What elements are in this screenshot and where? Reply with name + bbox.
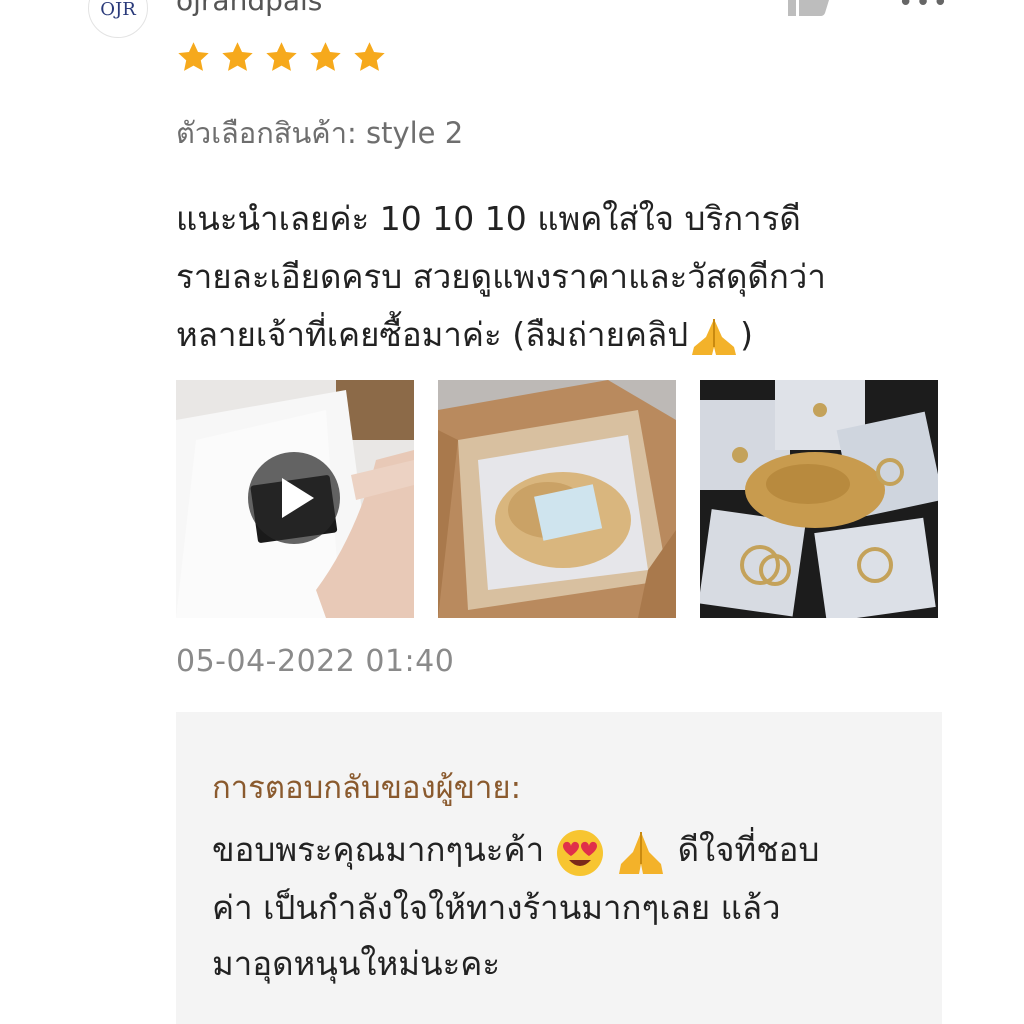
review-image-box[interactable] xyxy=(438,380,676,618)
star-icon xyxy=(354,42,385,71)
variation-value: style 2 xyxy=(365,116,464,150)
reviewer-username[interactable]: ojrandpals xyxy=(176,0,322,17)
star-icon xyxy=(266,42,297,71)
reply-line: ขอบพระคุณมากๆนะค้า xyxy=(212,830,545,869)
more-options-icon[interactable]: ••• xyxy=(898,0,950,18)
seller-reply: การตอบกลับของผู้ขาย: ขอบพระคุณมากๆนะค้า … xyxy=(176,712,942,1024)
reply-line: ดีใจที่ชอบ xyxy=(677,830,820,869)
folded-hands-emoji-icon xyxy=(688,308,740,366)
seller-reply-text: ขอบพระคุณมากๆนะค้า ดีใจที่ชอบ ค่า เป็นกำ… xyxy=(212,822,932,992)
avatar-logo-text: OJR xyxy=(100,0,136,20)
heart-eyes-emoji-icon xyxy=(555,824,605,880)
star-icon xyxy=(222,42,253,71)
folded-hands-emoji-icon xyxy=(615,824,667,880)
reply-line: มาอุดหนุนใหม่นะคะ xyxy=(212,943,501,983)
reply-line: ค่า เป็นกำลังใจให้ทางร้านมากๆเลย แล้ว xyxy=(212,887,781,927)
variation-label: ตัวเลือกสินค้า: xyxy=(176,116,357,150)
star-icon xyxy=(178,42,209,71)
review-line: รายละเอียดครบ สวยดูแพงราคาและวัสดุดีกว่า xyxy=(176,257,826,296)
review-line: หลายเจ้าที่เคยซื้อมาค่ะ (ลืมถ่ายคลิป xyxy=(176,315,689,354)
review-text: แนะนำเลยค่ะ 10 10 10 แพคใส่ใจ บริการดี ร… xyxy=(176,190,956,366)
review-timestamp: 05-04-2022 01:40 xyxy=(176,644,455,679)
seller-reply-label: การตอบกลับของผู้ขาย: xyxy=(212,770,522,806)
avatar[interactable]: OJR xyxy=(88,0,148,38)
review-media xyxy=(176,380,938,618)
review-line: แนะนำเลยค่ะ 10 10 10 แพคใส่ใจ บริการดี xyxy=(176,199,801,238)
review-image-jewelry[interactable] xyxy=(700,380,938,618)
review-line-close: ) xyxy=(740,315,754,354)
star-icon xyxy=(310,42,341,71)
review-video-thumbnail[interactable] xyxy=(176,380,414,618)
thumbs-up-icon[interactable] xyxy=(788,0,830,16)
product-variation: ตัวเลือกสินค้า: style 2 xyxy=(176,110,463,156)
rating-stars xyxy=(176,40,387,75)
